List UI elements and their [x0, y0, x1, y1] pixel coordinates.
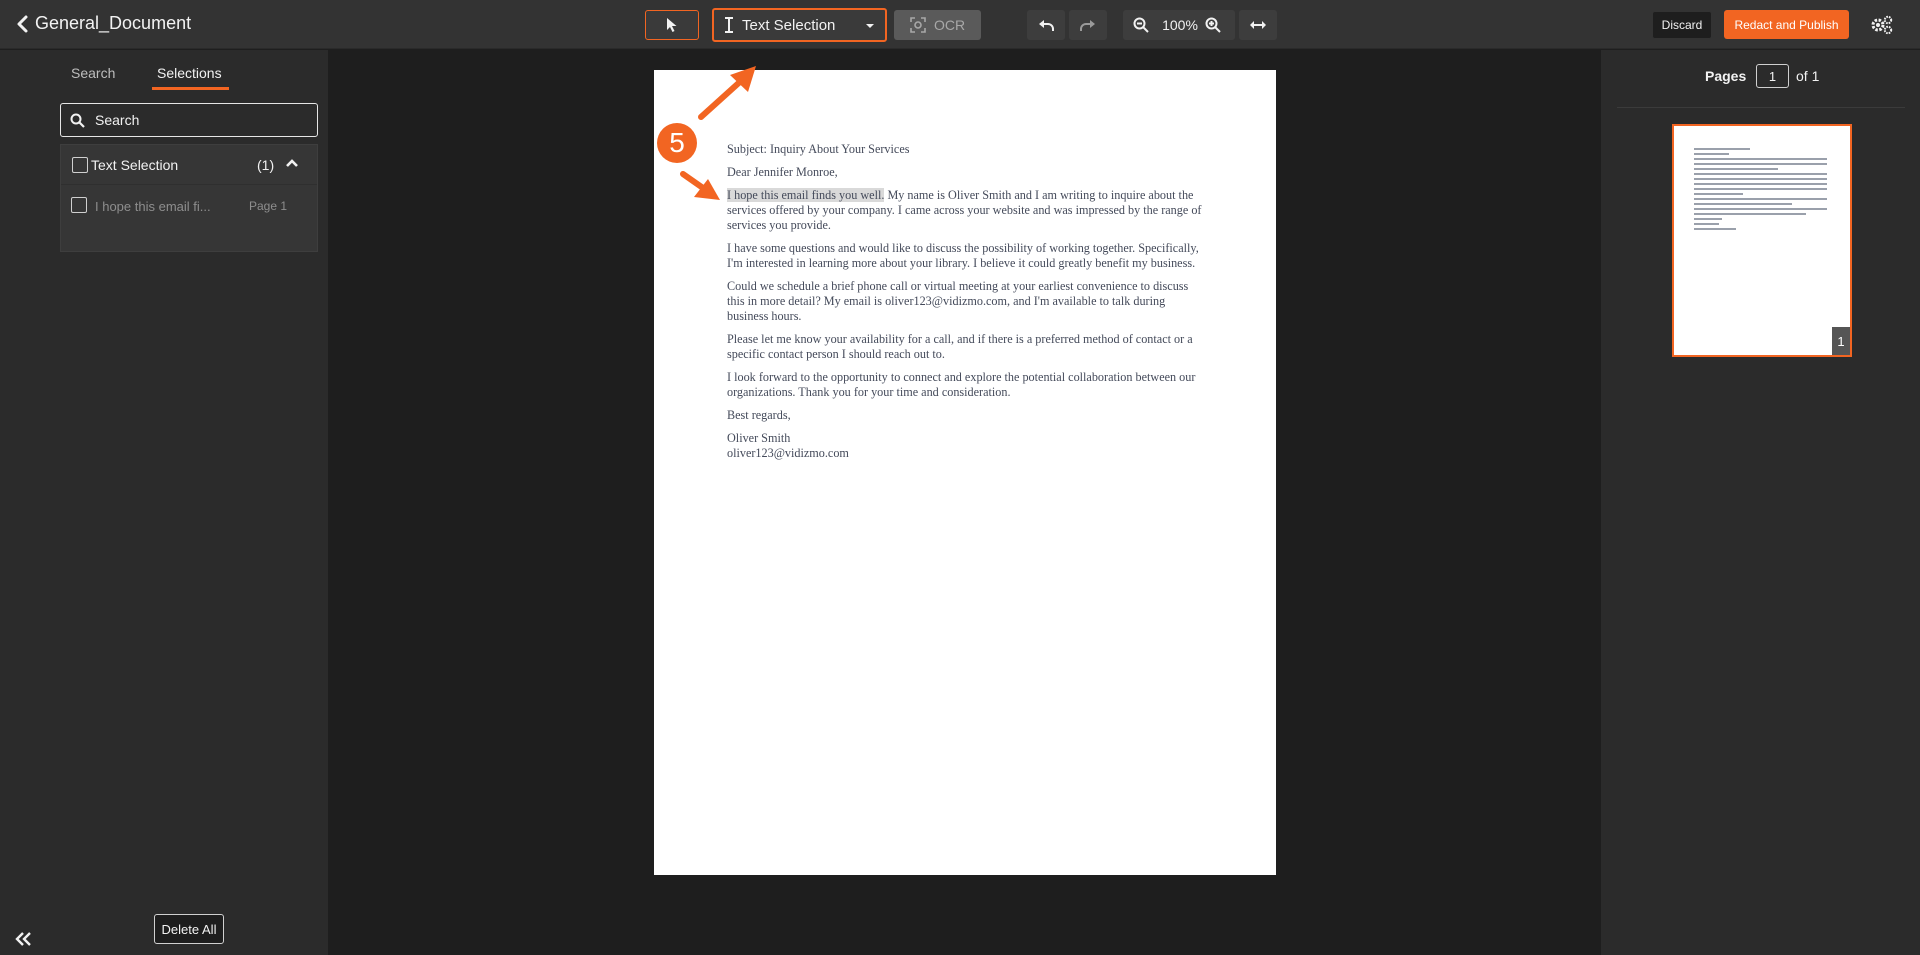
thumbnail-preview — [1694, 148, 1834, 233]
redo-icon — [1080, 20, 1095, 31]
back-chevron-icon[interactable] — [12, 12, 34, 36]
selection-group: Text Selection (1) I hope this email fi.… — [60, 144, 318, 252]
discard-button[interactable]: Discard — [1652, 11, 1712, 39]
group-checkbox[interactable] — [72, 157, 88, 173]
zoom-controls: 100% — [1123, 10, 1235, 40]
text-cursor-icon — [725, 17, 733, 33]
redo-button[interactable] — [1069, 10, 1107, 40]
ocr-button[interactable]: OCR — [894, 10, 981, 40]
chevron-up-icon[interactable] — [285, 157, 299, 169]
document-page[interactable]: Subject: Inquiry About Your Services Dea… — [654, 70, 1276, 875]
zoom-level: 100% — [1162, 17, 1198, 33]
undo-icon — [1039, 20, 1054, 31]
document-title: General_Document — [35, 13, 192, 33]
thumbnail-page-number: 1 — [1832, 327, 1850, 355]
cursor-arrow-icon — [667, 18, 677, 32]
delete-all-button[interactable]: Delete All — [154, 914, 224, 944]
redact-and-publish-button[interactable]: Redact and Publish — [1724, 10, 1849, 39]
item-text: I hope this email fi... — [95, 199, 211, 214]
ocr-label: OCR — [933, 17, 966, 33]
doc-signature-name: Oliver Smith — [727, 431, 791, 445]
active-tab-indicator — [152, 87, 229, 90]
fit-width-icon — [1250, 21, 1266, 29]
caret-down-icon — [866, 24, 874, 28]
search-icon — [70, 113, 85, 128]
doc-greeting: Dear Jennifer Monroe, — [727, 165, 838, 179]
item-page: Page 1 — [249, 199, 288, 213]
zoom-out-icon[interactable] — [1133, 17, 1149, 33]
page-thumbnail[interactable]: 1 — [1672, 124, 1852, 357]
pages-label: Pages — [1705, 68, 1747, 84]
gears-icon — [1871, 15, 1893, 35]
selection-mode-label: Text Selection — [742, 16, 836, 34]
tab-selections[interactable]: Selections — [157, 65, 222, 81]
double-chevron-left-icon[interactable] — [14, 931, 34, 947]
divider — [1617, 107, 1905, 108]
doc-signature-email: oliver123@vidizmo.com — [727, 446, 849, 460]
pages-panel: Pages of 1 1 — [1601, 50, 1920, 955]
top-toolbar: General_Document Text Selection OCR 100%… — [0, 0, 1920, 49]
selections-search — [60, 103, 318, 137]
highlighted-selection[interactable]: I hope this email finds you well. — [727, 188, 885, 202]
search-input[interactable] — [95, 112, 295, 128]
doc-subject: Subject: Inquiry About Your Services — [727, 142, 910, 156]
selection-group-header: Text Selection (1) — [61, 145, 317, 185]
selections-panel: Search Selections Text Selection (1) I h… — [0, 50, 328, 955]
group-name: Text Selection — [91, 157, 179, 173]
doc-paragraph-2: I have some questions and would like to … — [727, 241, 1199, 270]
doc-paragraph-3: Could we schedule a brief phone call or … — [727, 279, 1189, 323]
doc-paragraph-1: I hope this email finds you well. My nam… — [727, 188, 1207, 233]
pointer-tool-button[interactable] — [645, 10, 699, 40]
undo-button[interactable] — [1027, 10, 1065, 40]
fit-width-button[interactable] — [1239, 10, 1277, 40]
selection-mode-dropdown[interactable]: Text Selection — [712, 8, 887, 42]
doc-paragraph-4: Please let me know your availability for… — [727, 332, 1193, 361]
item-checkbox[interactable] — [71, 197, 87, 213]
zoom-in-icon[interactable] — [1205, 17, 1221, 33]
step-badge: 5 — [657, 123, 697, 163]
tab-search[interactable]: Search — [71, 65, 115, 81]
page-count: of 1 — [1796, 68, 1820, 84]
document-text: Subject: Inquiry About Your Services Dea… — [727, 142, 1207, 469]
doc-closing: Best regards, — [727, 408, 791, 422]
page-number-input[interactable] — [1756, 64, 1789, 88]
list-item[interactable]: I hope this email fi... Page 1 — [61, 186, 317, 226]
doc-paragraph-5: I look forward to the opportunity to con… — [727, 370, 1196, 399]
group-count: (1) — [257, 157, 275, 173]
settings-button[interactable] — [1867, 10, 1897, 40]
ocr-scan-icon — [910, 17, 926, 33]
